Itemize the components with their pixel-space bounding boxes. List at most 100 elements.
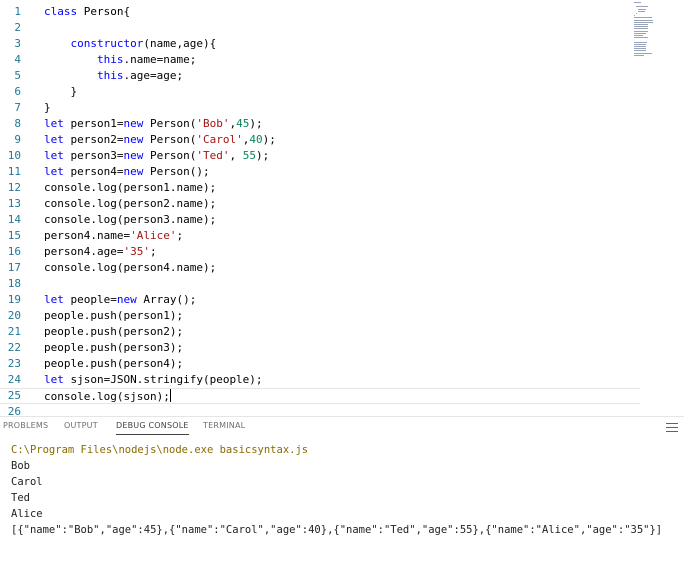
- minimap-line: [634, 50, 646, 52]
- code-token: Person();: [143, 165, 210, 178]
- line-number: 21: [7, 325, 21, 338]
- code-token: let: [44, 133, 64, 146]
- code-line[interactable]: 15 person4.name='Alice';: [0, 228, 640, 244]
- debug-console-output: C:\Program Files\nodejs\node.exe basicsy…: [11, 442, 681, 538]
- code-line[interactable]: 24 let sjson=JSON.stringify(people);: [0, 372, 640, 388]
- code-token: new: [123, 117, 144, 130]
- code-token: this: [44, 53, 124, 66]
- code-token: ;: [149, 245, 157, 258]
- code-line[interactable]: 1 class Person{: [0, 4, 640, 20]
- code-line[interactable]: 23 people.push(person4);: [0, 356, 640, 372]
- line-number: 22: [7, 341, 21, 354]
- code-token: }: [44, 85, 78, 98]
- console-line: [{"name":"Bob","age":45},{"name":"Carol"…: [11, 524, 663, 536]
- console-command: C:\Program Files\nodejs\node.exe basicsy…: [11, 444, 309, 456]
- code-token: person3=: [63, 149, 124, 162]
- code-token: person2=: [63, 133, 124, 146]
- code-token: new: [123, 133, 144, 146]
- minimap-line: [634, 26, 649, 28]
- code-token: new: [123, 165, 144, 178]
- code-token: 45: [236, 117, 250, 130]
- code-line[interactable]: 7}: [0, 100, 640, 116]
- line-number: 15: [7, 229, 21, 242]
- code-token: let: [44, 293, 64, 306]
- line-number: 26: [7, 405, 21, 416]
- code-text: this.name=name;: [44, 52, 196, 68]
- line-number: 20: [7, 309, 21, 322]
- line-number: 24: [7, 373, 21, 386]
- minimap-line: [635, 13, 637, 14]
- code-editor[interactable]: 1 class Person{2 3 constructor(name,age){4…: [0, 0, 684, 416]
- code-line[interactable]: 18: [0, 276, 640, 292]
- code-token: '35': [123, 245, 150, 258]
- code-line[interactable]: 8 let person1=new Person('Bob',45);: [0, 116, 640, 132]
- code-line[interactable]: 12 console.log(person1.name);: [0, 180, 640, 196]
- code-line[interactable]: 6 }: [0, 84, 640, 100]
- code-token: let: [44, 373, 64, 386]
- minimap[interactable]: [634, 2, 664, 62]
- code-line[interactable]: 26: [0, 404, 640, 416]
- code-token: let: [44, 117, 64, 130]
- line-number: 18: [7, 277, 21, 290]
- code-line[interactable]: 20 people.push(person1);: [0, 308, 640, 324]
- tab-debug-console[interactable]: DEBUG CONSOLE: [116, 421, 189, 435]
- code-token: Person{: [77, 5, 131, 18]
- code-token: person4.age=: [44, 245, 124, 258]
- tab-terminal[interactable]: TERMINAL: [203, 421, 245, 430]
- code-line[interactable]: 17 console.log(person4.name);: [0, 260, 640, 276]
- code-line[interactable]: 5 this.age=age;: [0, 68, 640, 84]
- line-number: 5: [14, 69, 21, 82]
- code-line[interactable]: 9 let person2=new Person('Carol',40);: [0, 132, 640, 148]
- code-token: 'Alice': [130, 229, 177, 242]
- code-token: }: [44, 101, 51, 114]
- hamburger-icon[interactable]: [666, 423, 678, 433]
- code-text: console.log(sjson);: [44, 389, 171, 404]
- code-text: class Person{: [44, 4, 130, 20]
- code-token: Person(: [143, 117, 197, 130]
- minimap-line: [634, 15, 635, 17]
- minimap-line: [634, 2, 642, 3]
- line-number: 23: [7, 357, 21, 370]
- code-line[interactable]: 10 let person3=new Person('Ted', 55);: [0, 148, 640, 164]
- code-token: Array();: [136, 293, 197, 306]
- code-line[interactable]: 22 people.push(person3);: [0, 340, 640, 356]
- tab-problems[interactable]: PROBLEMS: [3, 421, 48, 430]
- code-line[interactable]: 21 people.push(person2);: [0, 324, 640, 340]
- line-number: 10: [7, 149, 21, 162]
- code-text: let person2=new Person('Carol',40);: [44, 132, 276, 148]
- code-line[interactable]: 25 console.log(sjson);: [0, 388, 640, 404]
- code-text: console.log(person4.name);: [44, 260, 216, 276]
- code-line[interactable]: 14 console.log(person3.name);: [0, 212, 640, 228]
- line-number: 17: [7, 261, 21, 274]
- code-line[interactable]: 4 this.name=name;: [0, 52, 640, 68]
- code-line[interactable]: 2: [0, 20, 640, 36]
- code-text: constructor(name,age){: [44, 36, 216, 52]
- code-line[interactable]: 19 let people=new Array();: [0, 292, 640, 308]
- code-text: people.push(person1);: [44, 308, 183, 324]
- minimap-line: [634, 28, 649, 30]
- code-token: 'Carol': [196, 133, 243, 146]
- line-number: 6: [14, 85, 21, 98]
- code-text: this.age=age;: [44, 68, 183, 84]
- code-token: person4.name=: [44, 229, 131, 242]
- code-token: console.log(sjson);: [44, 390, 170, 403]
- line-number: 2: [14, 21, 21, 34]
- code-text: let sjson=JSON.stringify(people);: [44, 372, 263, 388]
- line-number: 12: [7, 181, 21, 194]
- tab-output[interactable]: OUTPUT: [64, 421, 98, 430]
- console-line: Bob: [11, 460, 30, 472]
- code-token: 'Ted': [196, 149, 230, 162]
- code-token: people.push(person1);: [44, 309, 184, 322]
- line-number: 16: [7, 245, 21, 258]
- line-number: 14: [7, 213, 21, 226]
- code-line[interactable]: 13 console.log(person2.name);: [0, 196, 640, 212]
- text-cursor: [169, 389, 171, 402]
- code-text: let people=new Array();: [44, 292, 196, 308]
- code-token: let: [44, 165, 64, 178]
- minimap-line: [634, 54, 645, 56]
- code-line[interactable]: 16 person4.age='35';: [0, 244, 640, 260]
- code-line[interactable]: 3 constructor(name,age){: [0, 36, 640, 52]
- code-line[interactable]: 11 let person4=new Person();: [0, 164, 640, 180]
- line-number: 13: [7, 197, 21, 210]
- code-token: sjson=JSON.stringify(people);: [63, 373, 263, 386]
